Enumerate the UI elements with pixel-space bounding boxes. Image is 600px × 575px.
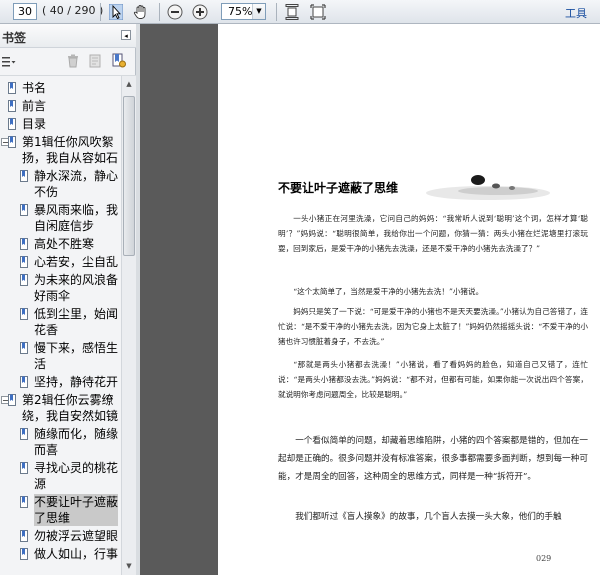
bookmark-icon: [20, 548, 28, 560]
bookmark-icon: [20, 204, 28, 216]
bookmarks-scrollbar[interactable]: ▲ ▼: [121, 76, 136, 575]
collapse-panel-icon[interactable]: ◂: [121, 30, 131, 40]
scroll-down-icon[interactable]: ▼: [123, 560, 135, 572]
bookmark-label: 目录: [22, 117, 47, 131]
page-count: ( 40 / 290 ): [42, 4, 104, 17]
bookmark-icon: [20, 238, 28, 250]
bookmark-icon: [20, 342, 28, 354]
zoom-out-icon[interactable]: [166, 3, 184, 21]
bookmark-icon: [20, 256, 28, 268]
bookmark-icon: [20, 170, 28, 182]
paragraph: 我们都听过《盲人摸象》的故事，几个盲人去摸一头大象，他们的手触: [295, 512, 562, 522]
bookmark-label: 不要让叶子遮蔽了思维: [34, 494, 119, 526]
bookmark-icon: [20, 376, 28, 388]
bookmark-label: 为未来的风浪备好雨伞: [34, 273, 119, 303]
paragraph: 妈妈只是笑了一下说：“可是爱干净的小猪也不是天天要洗澡。”小猪认为自己答错了，连…: [278, 307, 588, 346]
page-number: 029: [536, 554, 552, 563]
options-menu-icon[interactable]: [2, 56, 16, 71]
bookmark-label: 低到尘里，始闻花香: [34, 307, 119, 337]
zoom-in-icon[interactable]: [191, 3, 209, 21]
bookmark-label: 慢下来，感悟生活: [34, 341, 119, 371]
bookmark-label: 前言: [22, 99, 47, 113]
bookmarks-header: 书签 ◂: [0, 24, 136, 48]
bookmark-properties-icon[interactable]: [112, 53, 126, 71]
bookmark-label: 第1辑任你风吹絮扬，我自从容如石: [22, 135, 119, 165]
tools-button[interactable]: 工具: [565, 5, 587, 21]
bookmark-icon: [20, 274, 28, 286]
bookmarks-title: 书签: [2, 31, 27, 45]
bookmark-label: 寻找心灵的桃花源: [34, 461, 119, 491]
toolbar: 30 ( 40 / 290 ) 75% ▼ 工具: [0, 0, 600, 24]
bookmark-list: 书名 前言 目录 − 第1辑任你风吹絮扬，我自从容如石 静水深流，静心不伤 暴风雨来临，我自…: [0, 76, 121, 575]
scrollbar-thumb[interactable]: [123, 96, 135, 256]
chapter-title: 不要让叶子遮蔽了思维: [278, 181, 399, 195]
zoom-select[interactable]: 75% ▼: [221, 3, 266, 20]
toolbar-divider: [159, 3, 160, 21]
bookmark-label: 书名: [22, 81, 47, 95]
delete-bookmark-icon[interactable]: [67, 54, 79, 71]
zoom-value: 75%: [228, 5, 253, 18]
bookmark-icon: [20, 530, 28, 542]
bookmark-label: 高处不胜寒: [34, 237, 95, 251]
paragraph: 一个看似简单的问题，却藏着思维陷阱，小猪的四个答案都是错的，但加在一起却是正确的…: [278, 436, 588, 482]
bookmark-label: 暴风雨来临，我自闲庭信步: [34, 203, 119, 233]
bookmark-icon: [8, 100, 16, 112]
bookmark-icon: [8, 136, 16, 148]
chevron-down-icon[interactable]: ▼: [252, 4, 265, 19]
bookmark-label: 心若安，尘自乱: [34, 255, 119, 269]
ink-wash-illustration: [418, 166, 553, 209]
paragraph: “这个太简单了，当然是爱干净的小猪先去洗！”小猪说。: [293, 287, 484, 296]
bookmark-icon: [8, 394, 16, 406]
select-tool-icon[interactable]: [107, 3, 125, 21]
bookmark-label: 勿被浮云遮望眼: [34, 529, 119, 543]
fit-page-icon[interactable]: [283, 3, 301, 21]
bookmark-label: 随缘而化，随缘而喜: [34, 427, 119, 457]
scroll-up-icon[interactable]: ▲: [123, 78, 135, 90]
paragraph: “那就是两头小猪都去洗澡！”小猪说，看了看妈妈的脸色，知道自己又错了，连忙说：“…: [278, 360, 588, 399]
bookmarks-panel: 书签 ◂ 书名 前言 目录 − 第1辑任你风吹絮扬，我自从容如石 静水深流，静心不伤 暴风雨…: [0, 24, 136, 575]
bookmarks-toolbar: [0, 48, 136, 76]
bookmark-icon: [8, 82, 16, 94]
hand-tool-icon[interactable]: [132, 3, 150, 21]
bookmark-label: 静水深流，静心不伤: [34, 169, 119, 199]
bookmark-label: 做人如山，行事: [34, 547, 119, 561]
bookmark-icon: [20, 308, 28, 320]
fit-width-icon[interactable]: [309, 3, 327, 21]
bookmark-icon: [8, 118, 16, 130]
page-number-input[interactable]: 30: [13, 3, 37, 20]
toolbar-divider: [276, 3, 277, 21]
document-page: 不要让叶子遮蔽了思维 一头小猪正在河里洗澡，它问自己的妈妈：“我常听人说到‘聪明…: [218, 24, 600, 575]
paragraph: 一头小猪正在河里洗澡，它问自己的妈妈：“我常听人说到‘聪明’这个词，怎样才算‘聪…: [278, 214, 588, 253]
bookmark-icon: [20, 496, 28, 508]
bookmark-label: 第2辑任你云雾缭绕，我自安然如镜: [22, 393, 119, 423]
new-bookmark-icon[interactable]: [89, 54, 101, 71]
toolbar-divider: [100, 3, 101, 21]
bookmark-icon: [20, 462, 28, 474]
document-viewport[interactable]: 不要让叶子遮蔽了思维 一头小猪正在河里洗澡，它问自己的妈妈：“我常听人说到‘聪明…: [140, 24, 600, 575]
bookmark-icon: [20, 428, 28, 440]
bookmark-label: 坚持，静待花开: [34, 375, 119, 389]
